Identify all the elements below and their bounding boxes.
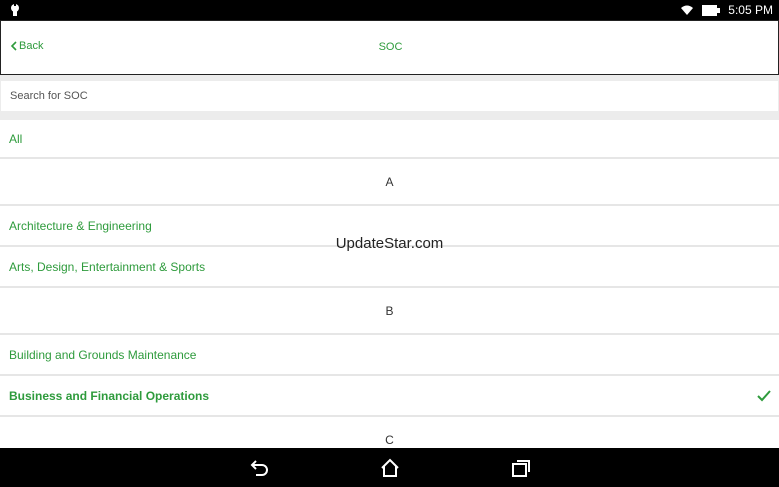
- section-letter: C: [385, 432, 394, 447]
- section-header-a: A: [0, 159, 779, 206]
- list-item-label: Arts, Design, Entertainment & Sports: [9, 259, 206, 274]
- list-item-label: Business and Financial Operations: [9, 388, 210, 403]
- list-item[interactable]: Building and Grounds Maintenance: [0, 335, 779, 376]
- android-debug-icon: [11, 4, 19, 16]
- app-screen: 5:05 PM Back SOC All A Architecture & En…: [0, 0, 779, 487]
- recent-apps-icon[interactable]: [510, 457, 532, 479]
- home-icon[interactable]: [379, 457, 401, 479]
- status-bar: 5:05 PM: [0, 0, 779, 20]
- list-item-all[interactable]: All: [0, 120, 779, 159]
- checkmark-icon: [757, 389, 771, 401]
- section-letter: A: [385, 174, 394, 189]
- section-header-b: B: [0, 288, 779, 335]
- search-area: [0, 75, 779, 120]
- soc-list: All A Architecture & Engineering Arts, D…: [0, 120, 779, 464]
- watermark: UpdateStar.com: [335, 235, 444, 252]
- section-letter: B: [385, 303, 394, 318]
- nav-bar: [0, 448, 779, 487]
- list-item[interactable]: Arts, Design, Entertainment & Sports: [0, 247, 779, 288]
- status-time: 5:05 PM: [728, 3, 773, 17]
- header-bar: Back SOC: [0, 20, 779, 75]
- back-nav-icon[interactable]: [248, 457, 270, 479]
- page-title: SOC: [378, 41, 403, 53]
- list-item-label: Building and Grounds Maintenance: [9, 347, 197, 362]
- list-item-label: All: [9, 131, 23, 146]
- search-input[interactable]: [1, 81, 778, 111]
- list-item-label: Architecture & Engineering: [9, 218, 152, 233]
- status-right: 5:05 PM: [680, 0, 773, 20]
- wifi-icon: [681, 5, 694, 15]
- battery-icon: [702, 4, 721, 16]
- list-item-selected[interactable]: Business and Financial Operations: [0, 376, 779, 417]
